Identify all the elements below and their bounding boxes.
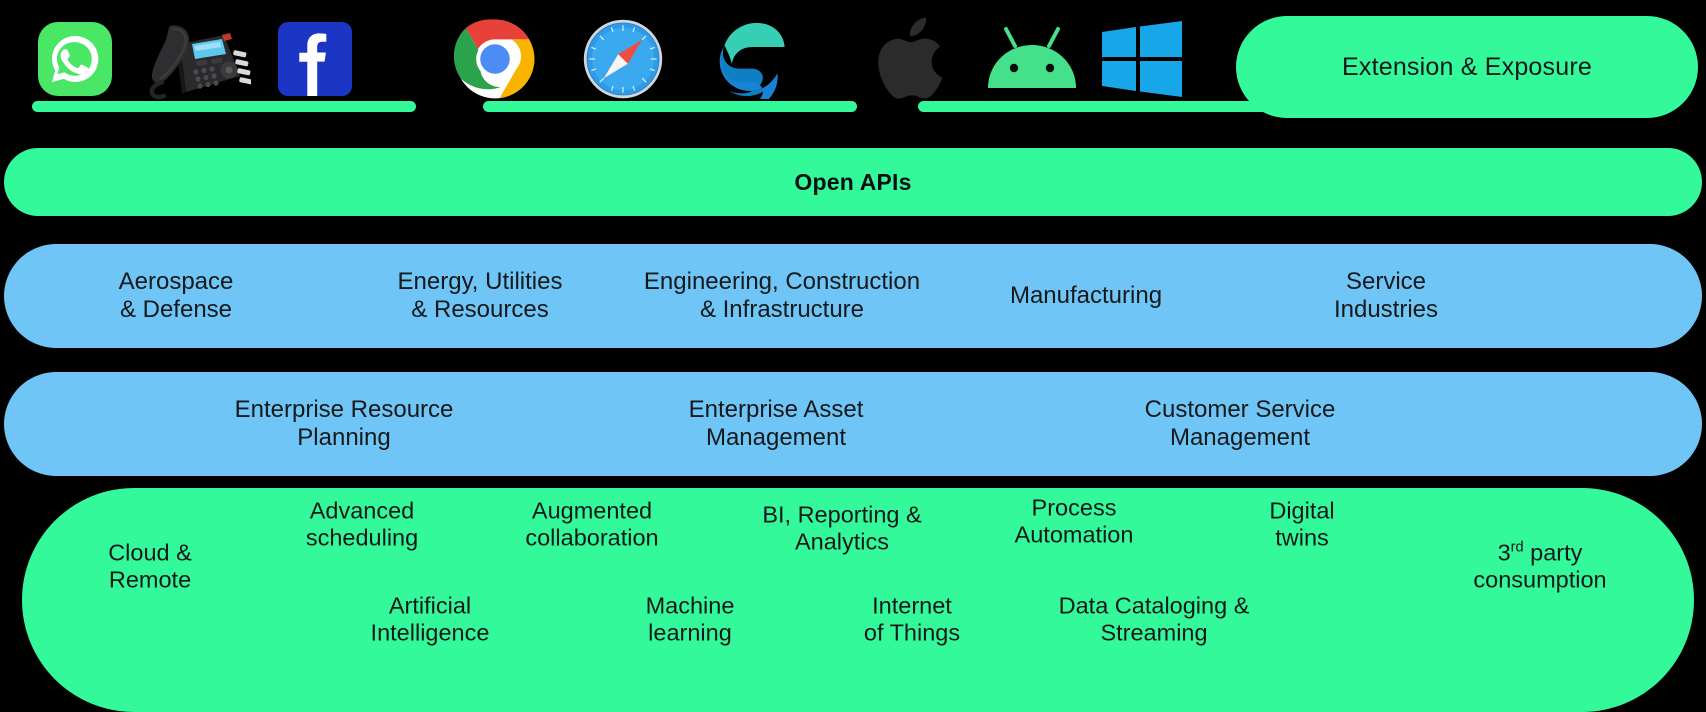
industry-aerospace-defense[interactable]: Aerospace & Defense <box>119 268 234 324</box>
solution-label-line2: Management <box>705 424 847 451</box>
capability-label-line1: 3rd party <box>1497 539 1583 566</box>
capability-label-line1: BI, Reporting & <box>762 501 922 528</box>
windows-icon[interactable] <box>1098 16 1186 102</box>
capability-label-line1: Machine <box>645 592 735 619</box>
industries-band: Aerospace & Defense Energy, Utilities & … <box>4 244 1702 348</box>
capability-machine-learning[interactable]: Machine learning <box>646 593 735 648</box>
capability-third-party-consumption[interactable]: 3rd party consumption <box>1473 540 1606 595</box>
capability-artificial-intelligence[interactable]: Artificial Intelligence <box>371 593 490 648</box>
solution-label-line2: Management <box>1169 424 1311 451</box>
capability-label-line2: Analytics <box>794 529 890 555</box>
whatsapp-icon[interactable] <box>32 16 118 102</box>
industry-engineering-construction-infrastructure[interactable]: Engineering, Construction & Infrastructu… <box>644 268 920 324</box>
solution-label-line1: Enterprise Asset <box>688 395 864 423</box>
industry-label-line2: & Infrastructure <box>699 296 865 323</box>
capability-label-line1: Artificial <box>388 592 472 619</box>
capability-data-cataloging-streaming[interactable]: Data Cataloging & Streaming <box>1059 593 1250 648</box>
solution-label-line1: Customer Service <box>1144 395 1336 423</box>
open-apis-band[interactable]: Open APIs <box>4 148 1702 216</box>
third-party-number: 3 <box>1497 539 1511 566</box>
voip-desk-phone-icon[interactable] <box>146 16 251 102</box>
capability-label-line1: Digital <box>1269 497 1335 524</box>
facebook-icon[interactable] <box>272 16 358 102</box>
apple-icon[interactable] <box>866 16 952 102</box>
capability-bi-reporting-analytics[interactable]: BI, Reporting & Analytics <box>762 502 921 557</box>
industry-label-line1: Engineering, Construction <box>643 267 921 295</box>
solution-enterprise-asset-management[interactable]: Enterprise Asset Management <box>689 396 864 452</box>
capability-label-line1: Internet <box>872 592 952 619</box>
group-rule-browsers <box>483 101 857 112</box>
capability-label-line2: consumption <box>1473 567 1607 593</box>
solutions-band: Enterprise Resource Planning Enterprise … <box>4 372 1702 476</box>
solution-label-line1: Enterprise Resource <box>234 395 454 423</box>
industry-energy-utilities-resources[interactable]: Energy, Utilities & Resources <box>398 268 563 324</box>
capability-internet-of-things[interactable]: Internet of Things <box>864 593 960 648</box>
capability-label-line1: Process <box>1031 494 1117 521</box>
solution-label-line2: Planning <box>297 424 391 451</box>
capability-label-line2: of Things <box>863 620 961 646</box>
capability-label-line2: Streaming <box>1100 620 1208 646</box>
industry-label-line2: & Defense <box>119 296 233 323</box>
google-chrome-icon[interactable] <box>452 16 538 102</box>
capability-label-line2: scheduling <box>305 525 419 551</box>
capability-label-line2: collaboration <box>525 525 659 551</box>
extension-exposure-label: Extension & Exposure <box>1342 52 1592 81</box>
diagram-canvas: Extension & Exposure Open APIs Aerospace… <box>0 0 1706 712</box>
capability-label-line1: Data Cataloging & <box>1058 592 1250 619</box>
third-party-ordinal-suffix: rd <box>1510 539 1524 556</box>
group-rule-operating-systems <box>918 101 1298 112</box>
industry-label-line1: Manufacturing <box>1009 281 1163 309</box>
android-icon[interactable] <box>984 16 1080 102</box>
capability-cloud-remote[interactable]: Cloud & Remote <box>108 540 192 595</box>
capability-label-line2: learning <box>648 620 732 646</box>
capabilities-band: Cloud & Remote Advanced scheduling Augme… <box>22 488 1694 712</box>
extension-exposure-pill[interactable]: Extension & Exposure <box>1236 16 1698 118</box>
capability-digital-twins[interactable]: Digital twins <box>1269 498 1334 553</box>
capability-label-line2: Remote <box>108 567 192 593</box>
industry-label-line1: Aerospace <box>118 267 234 295</box>
industry-service-industries[interactable]: Service Industries <box>1334 268 1438 324</box>
industry-label-line1: Service <box>1345 267 1427 295</box>
capability-label-line2: Automation <box>1014 522 1134 548</box>
industry-label-line1: Energy, Utilities <box>397 267 563 295</box>
open-apis-label: Open APIs <box>794 168 912 195</box>
capability-label-line1: Advanced <box>309 497 415 524</box>
capability-advanced-scheduling[interactable]: Advanced scheduling <box>306 498 418 553</box>
capability-label-line2: Intelligence <box>370 620 490 646</box>
capability-label-line1: Cloud & <box>108 539 192 566</box>
capability-augmented-collaboration[interactable]: Augmented collaboration <box>525 498 658 553</box>
solution-enterprise-resource-planning[interactable]: Enterprise Resource Planning <box>235 396 454 452</box>
industry-label-line2: Industries <box>1333 296 1439 323</box>
solution-customer-service-management[interactable]: Customer Service Management <box>1145 396 1336 452</box>
group-rule-messaging <box>32 101 416 112</box>
safari-icon[interactable] <box>580 16 666 102</box>
capability-label-line1: Augmented <box>531 497 653 524</box>
capability-process-automation[interactable]: Process Automation <box>1015 495 1134 550</box>
capability-label-line2: twins <box>1275 525 1329 551</box>
microsoft-edge-icon[interactable] <box>704 16 790 102</box>
industry-label-line2: & Resources <box>411 296 549 323</box>
industry-manufacturing[interactable]: Manufacturing <box>1010 282 1162 310</box>
